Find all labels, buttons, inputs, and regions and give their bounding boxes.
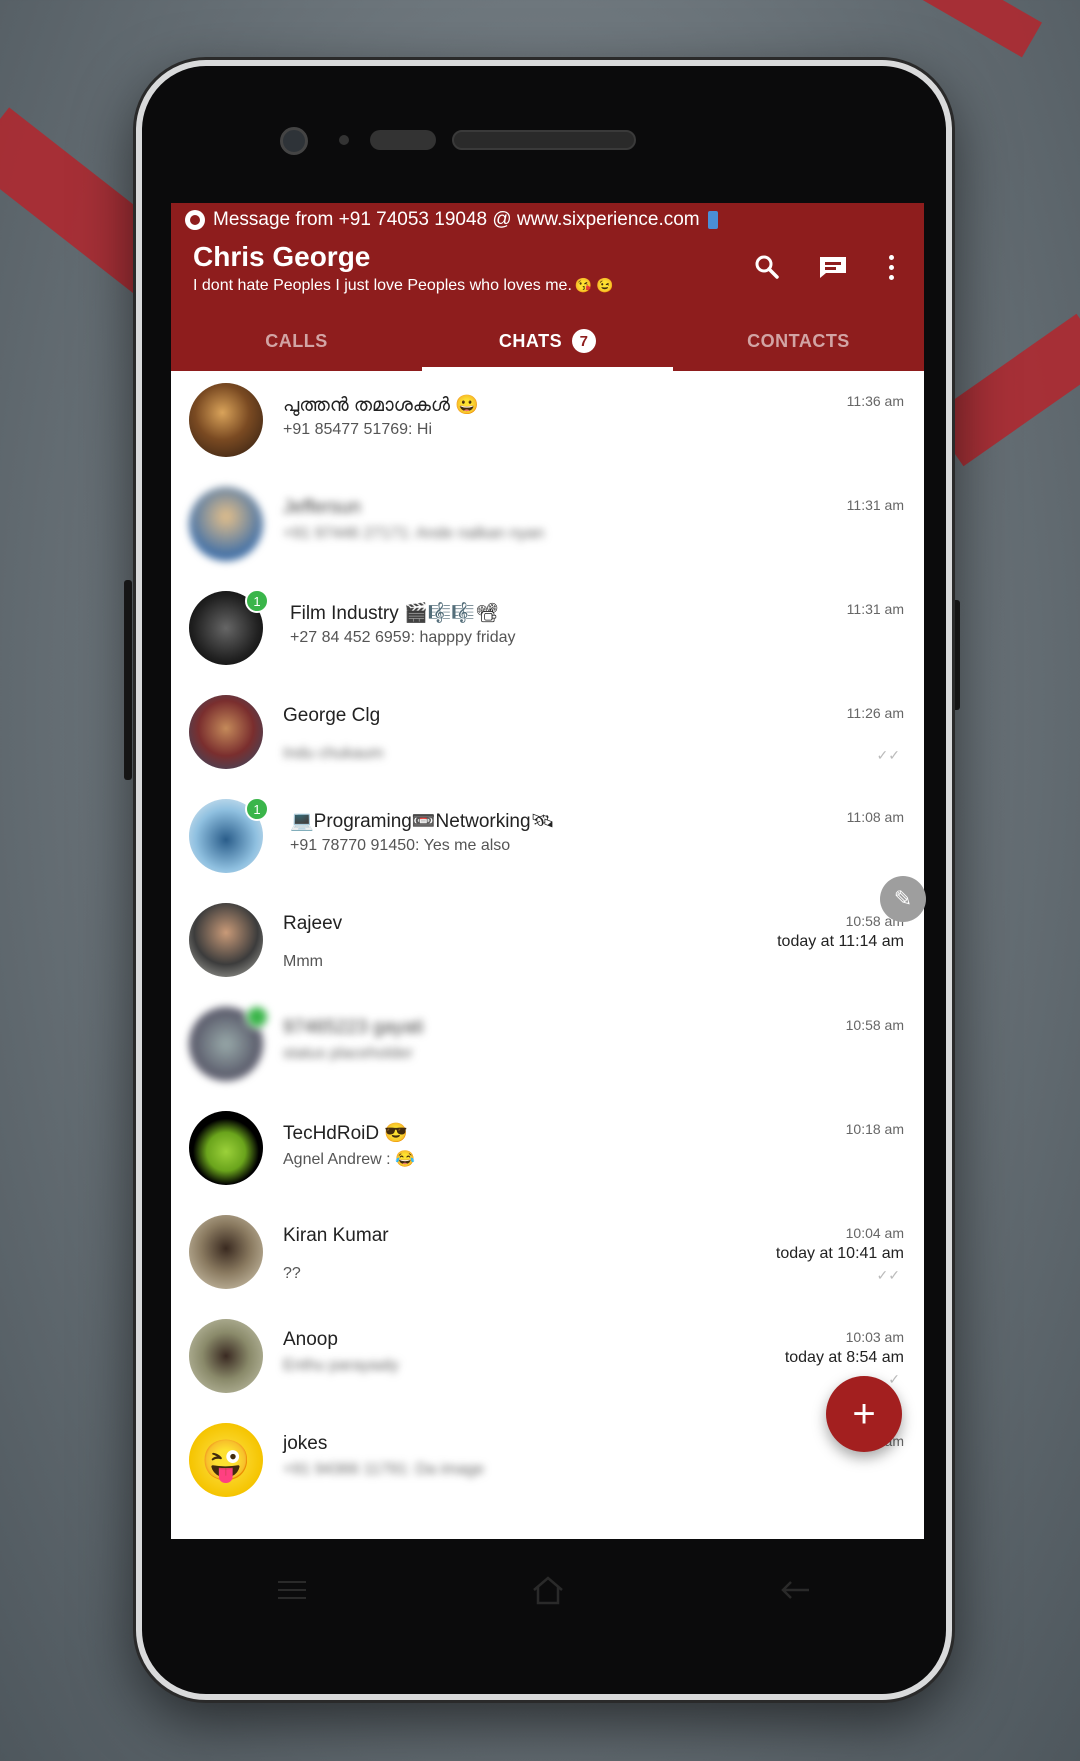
avatar[interactable] xyxy=(189,383,263,457)
chat-preview: +27 84 452 6959: happpy friday xyxy=(290,629,516,646)
sensor-pill xyxy=(370,130,436,150)
home-icon[interactable] xyxy=(523,1570,573,1610)
app-bar: Message from +91 74053 19048 @ www.sixpe… xyxy=(171,203,924,371)
avatar[interactable]: 😜 xyxy=(189,1423,263,1497)
read-ticks-icon: ✓✓ xyxy=(876,747,900,763)
menu-icon[interactable] xyxy=(267,1570,317,1610)
avatar[interactable] xyxy=(189,487,263,561)
phone-volume-button xyxy=(124,580,132,780)
tab-chats[interactable]: CHATS 7 xyxy=(422,311,673,371)
tab-contacts[interactable]: CONTACTS xyxy=(673,311,924,371)
page-title: Chris George xyxy=(193,241,371,272)
avatar[interactable] xyxy=(189,1215,263,1289)
proximity-sensor xyxy=(339,135,349,145)
new-chat-button[interactable]: + xyxy=(826,1376,902,1452)
status-line: Message from +91 74053 19048 @ www.sixpe… xyxy=(185,209,718,231)
avatar[interactable] xyxy=(189,1319,263,1393)
unread-badge: 1 xyxy=(245,797,269,821)
more-vert-icon[interactable] xyxy=(873,249,909,285)
chat-row[interactable]: 1 💻Programing📼Networking🛰 +91 78770 9145… xyxy=(171,787,924,891)
unread-count-badge: 7 xyxy=(572,329,597,353)
status-message-text: I dont hate Peoples I just love Peoples … xyxy=(193,277,572,294)
chat-row[interactable]: പുത്തൻ തമാശകൾ 😀 +91 85477 51769: Hi 11:3… xyxy=(171,371,924,475)
status-message: I dont hate Peoples I just love Peoples … xyxy=(193,277,614,295)
chat-preview: +91 85477 51769: Hi xyxy=(283,421,433,438)
chat-preview: +91 97446 27171: Ande nalkan nyan xyxy=(283,525,545,542)
tab-calls[interactable]: CALLS xyxy=(171,311,422,371)
tab-calls-label: CALLS xyxy=(265,330,328,351)
chat-preview: status placeholder xyxy=(283,1045,413,1062)
chat-preview: ?? xyxy=(283,1265,301,1282)
chat-preview: +91 78770 91450: Yes me also xyxy=(290,837,511,854)
chat-time: 11:36 am xyxy=(846,393,904,409)
chat-time: 11:31 am xyxy=(846,601,904,617)
phone-icon xyxy=(707,211,718,229)
chat-name: പുത്തൻ തമാശകൾ 😀 xyxy=(283,395,479,416)
background-stripe xyxy=(918,0,1042,58)
chat-time: 10:03 am xyxy=(845,1329,904,1345)
chat-name: Jeffersun xyxy=(283,497,361,518)
chat-row[interactable]: 😜 jokes +91 94366 11791: Da image 10:01 … xyxy=(171,1411,924,1515)
tab-chats-label: CHATS xyxy=(498,330,563,351)
chat-time: 10:04 am xyxy=(845,1225,904,1241)
chat-name: TecHdRoiD 😎 xyxy=(283,1123,409,1144)
chat-name: Film Industry 🎬🎼🎼📽 xyxy=(290,603,500,624)
chat-row[interactable]: Anoop Enthu parayaaly 10:03 am today at … xyxy=(171,1307,924,1411)
compose-icon[interactable] xyxy=(815,249,851,285)
last-seen: today at 8:54 am xyxy=(784,1349,904,1366)
chat-preview: Indu chukaum xyxy=(283,745,384,762)
chat-row[interactable]: Jeffersun +91 97446 27171: Ande nalkan n… xyxy=(171,475,924,579)
read-ticks-icon: ✓✓ xyxy=(876,1267,900,1283)
chat-name: 💻Programing📼Networking🛰 xyxy=(290,811,555,832)
tab-contacts-label: CONTACTS xyxy=(747,330,850,351)
chat-preview: +91 94366 11791: Da image xyxy=(283,1461,485,1478)
chat-row[interactable]: Rajeev Mmm 10:58 am today at 11:14 am xyxy=(171,891,924,995)
avatar[interactable] xyxy=(189,695,263,769)
app-screen: Message from +91 74053 19048 @ www.sixpe… xyxy=(171,203,924,1539)
unread-badge xyxy=(245,1005,269,1029)
chat-name: Rajeev xyxy=(283,913,343,934)
chat-name: George Clg xyxy=(283,705,381,726)
chat-name: Kiran Kumar xyxy=(283,1225,389,1246)
chat-time: 11:31 am xyxy=(846,497,904,513)
chat-list: പുത്തൻ തമാശകൾ 😀 +91 85477 51769: Hi 11:3… xyxy=(171,371,924,1515)
status-text: Message from +91 74053 19048 @ www.sixpe… xyxy=(213,209,700,230)
status-emoji: 😘 😉 xyxy=(574,277,614,293)
chat-name: jokes xyxy=(283,1433,328,1454)
unread-badge: 1 xyxy=(245,589,269,613)
chat-time: 10:58 am xyxy=(845,1017,904,1033)
chat-row[interactable]: 1 Film Industry 🎬🎼🎼📽 +27 84 452 6959: ha… xyxy=(171,579,924,683)
tab-bar: CALLS CHATS 7 CONTACTS xyxy=(171,311,924,371)
chat-preview: Mmm xyxy=(283,953,323,970)
chat-time: 10:18 am xyxy=(845,1121,904,1137)
edit-handle-icon[interactable]: ✎ xyxy=(880,876,926,922)
chat-time: 11:08 am xyxy=(846,809,904,825)
chat-time: 11:26 am xyxy=(846,705,904,721)
chat-row[interactable]: TecHdRoiD 😎 Agnel Andrew : 😂 10:18 am xyxy=(171,1099,924,1203)
whatsapp-icon xyxy=(185,210,205,230)
chat-name: Anoop xyxy=(283,1329,338,1350)
front-camera xyxy=(280,127,308,155)
chat-preview: Enthu parayaaly xyxy=(283,1357,399,1374)
earpiece-speaker xyxy=(452,130,636,150)
chat-row[interactable]: George Clg Indu chukaum 11:26 am ✓✓ xyxy=(171,683,924,787)
chat-preview: Agnel Andrew : 😂 xyxy=(283,1151,415,1168)
chat-row[interactable]: Kiran Kumar ?? 10:04 am today at 10:41 a… xyxy=(171,1203,924,1307)
nav-bar xyxy=(171,1540,924,1640)
search-icon[interactable] xyxy=(749,249,785,285)
avatar[interactable] xyxy=(189,903,263,977)
back-icon[interactable] xyxy=(772,1570,822,1610)
last-seen: today at 10:41 am xyxy=(775,1245,904,1262)
avatar[interactable] xyxy=(189,1111,263,1185)
phone-power-button xyxy=(952,600,960,710)
chat-row[interactable]: 97465223 gayati status placeholder 10:58… xyxy=(171,995,924,1099)
last-seen: today at 11:14 am xyxy=(777,933,904,950)
chat-name: 97465223 gayati xyxy=(283,1017,424,1038)
